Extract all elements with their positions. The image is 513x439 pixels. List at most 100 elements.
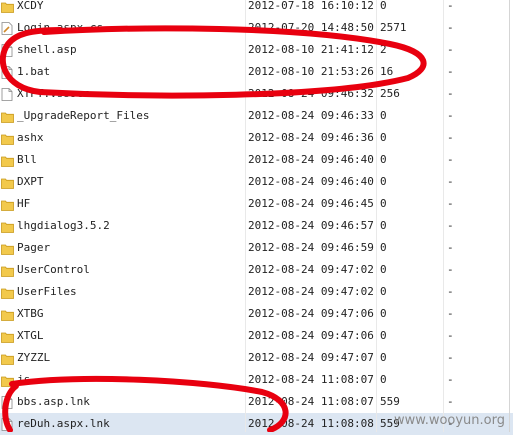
file-name: XTBG [17,307,44,320]
file-row[interactable]: ashx 2012-08-24 09:46:36 0 - [0,127,513,149]
file-date: 2012-08-10 21:53:26 [248,65,374,78]
folder-icon [1,109,14,123]
file-date: 2012-08-24 11:08:07 [248,395,374,408]
file-name: js [17,373,31,386]
file-name: XTGL [17,329,44,342]
file-name: Login.aspx.cs [17,21,104,34]
file-name: shell.asp [17,43,77,56]
file-date: 2012-08-24 09:47:02 [248,263,374,276]
watermark-text: www.wooyun.org [393,413,505,428]
file-size: 0 [380,109,387,122]
file-name: UserFiles [17,285,77,298]
folder-icon [1,285,14,299]
file-permission: - [447,197,454,210]
file-size: 0 [380,285,387,298]
file-row[interactable]: lhgdialog3.5.2 2012-08-24 09:46:57 0 - [0,215,513,237]
file-row[interactable]: Bll 2012-08-24 09:46:40 0 - [0,149,513,171]
file-list: XCDY 2012-07-18 16:10:12 0- Login.aspx.cs 20… [0,0,513,435]
file-icon [1,395,13,409]
file-row[interactable]: HF 2012-08-24 09:46:45 0 - [0,193,513,215]
file-date: 2012-08-24 09:46:40 [248,175,374,188]
file-permission: - [447,21,454,34]
file-name: lhgdialog3.5.2 [17,219,110,232]
file-size: 0 [380,0,387,12]
folder-icon [1,131,14,145]
file-permission: - [447,395,454,408]
column-divider [245,0,246,432]
file-name: XTPT.vssscc [17,87,90,100]
file-row[interactable]: XCDY 2012-07-18 16:10:12 0 - [0,0,513,17]
file-date: 2012-08-24 11:08:07 [248,373,374,386]
file-size: 0 [380,219,387,232]
file-name: Bll [17,153,37,166]
file-permission: - [447,153,454,166]
file-row[interactable]: XTBG 2012-08-24 09:47:06 0 - [0,303,513,325]
file-row[interactable]: DXPT 2012-08-24 09:46:40 0 - [0,171,513,193]
column-divider [443,0,444,432]
file-row[interactable]: ZYZZL 2012-08-24 09:47:07 0 - [0,347,513,369]
file-icon [1,43,13,57]
file-name: UserControl [17,263,90,276]
cs-file-icon [1,21,13,35]
file-name: 1.bat [17,65,51,78]
file-date: 2012-08-24 09:46:45 [248,197,374,210]
file-row[interactable]: 1.bat 2012-08-10 21:53:26 16 - [0,61,513,83]
file-name: XCDY [17,0,44,12]
file-date: 2012-08-24 09:46:36 [248,131,374,144]
file-size: 0 [380,351,387,364]
file-permission: - [447,373,454,386]
folder-icon [1,0,14,13]
file-size: 0 [380,307,387,320]
file-row[interactable]: UserControl 2012-08-24 09:47:02 0 - [0,259,513,281]
file-date: 2012-07-20 14:48:50 [248,21,374,34]
file-permission: - [447,285,454,298]
file-row[interactable]: Pager 2012-08-24 09:46:59 0 - [0,237,513,259]
file-row[interactable]: bbs.asp.lnk 2012-08-24 11:08:07 559 - [0,391,513,413]
file-icon [1,65,13,79]
file-size: 2571 [380,21,407,34]
file-permission: - [447,43,454,56]
folder-icon [1,263,14,277]
file-size: 0 [380,373,387,386]
file-permission: - [447,351,454,364]
file-permission: - [447,263,454,276]
file-row[interactable]: js 2012-08-24 11:08:07 0 - [0,369,513,391]
file-permission: - [447,241,454,254]
file-size: 0 [380,263,387,276]
file-name: DXPT [17,175,44,188]
file-row[interactable]: shell.asp 2012-08-10 21:41:12 2 - [0,39,513,61]
folder-icon [1,197,14,211]
file-row[interactable]: XTGL 2012-08-24 09:47:06 0 - [0,325,513,347]
file-size: 0 [380,197,387,210]
file-name: _UpgradeReport_Files [17,109,150,122]
file-date: 2012-08-24 09:46:33 [248,109,374,122]
folder-icon [1,307,14,321]
file-permission: - [447,175,454,188]
file-row[interactable]: Login.aspx.cs 2012-07-20 14:48:50 2571 - [0,17,513,39]
file-name: HF [17,197,31,210]
folder-icon [1,175,14,189]
file-size: 0 [380,329,387,342]
file-permission: - [447,329,454,342]
file-permission: - [447,0,454,12]
file-date: 2012-08-24 09:46:40 [248,153,374,166]
file-date: 2012-08-10 21:41:12 [248,43,374,56]
file-date: 2012-08-24 09:46:59 [248,241,374,254]
folder-icon [1,373,14,387]
file-date: 2012-08-24 09:46:57 [248,219,374,232]
file-row[interactable]: XTPT.vssscc 2012-08-24 09:46:32 256 - [0,83,513,105]
file-date: 2012-08-24 09:47:06 [248,329,374,342]
file-row[interactable]: _UpgradeReport_Files 2012-08-24 09:46:33 0… [0,105,513,127]
file-icon [1,417,13,431]
file-size: 559 [380,395,400,408]
file-permission: - [447,131,454,144]
file-size: 0 [380,153,387,166]
folder-icon [1,219,14,233]
file-name: ashx [17,131,44,144]
file-size: 0 [380,175,387,188]
scrollbar-edge [509,0,510,432]
file-name: Pager [17,241,51,254]
file-row[interactable]: UserFiles 2012-08-24 09:47:02 0 - [0,281,513,303]
file-permission: - [447,307,454,320]
file-name: ZYZZL [17,351,51,364]
